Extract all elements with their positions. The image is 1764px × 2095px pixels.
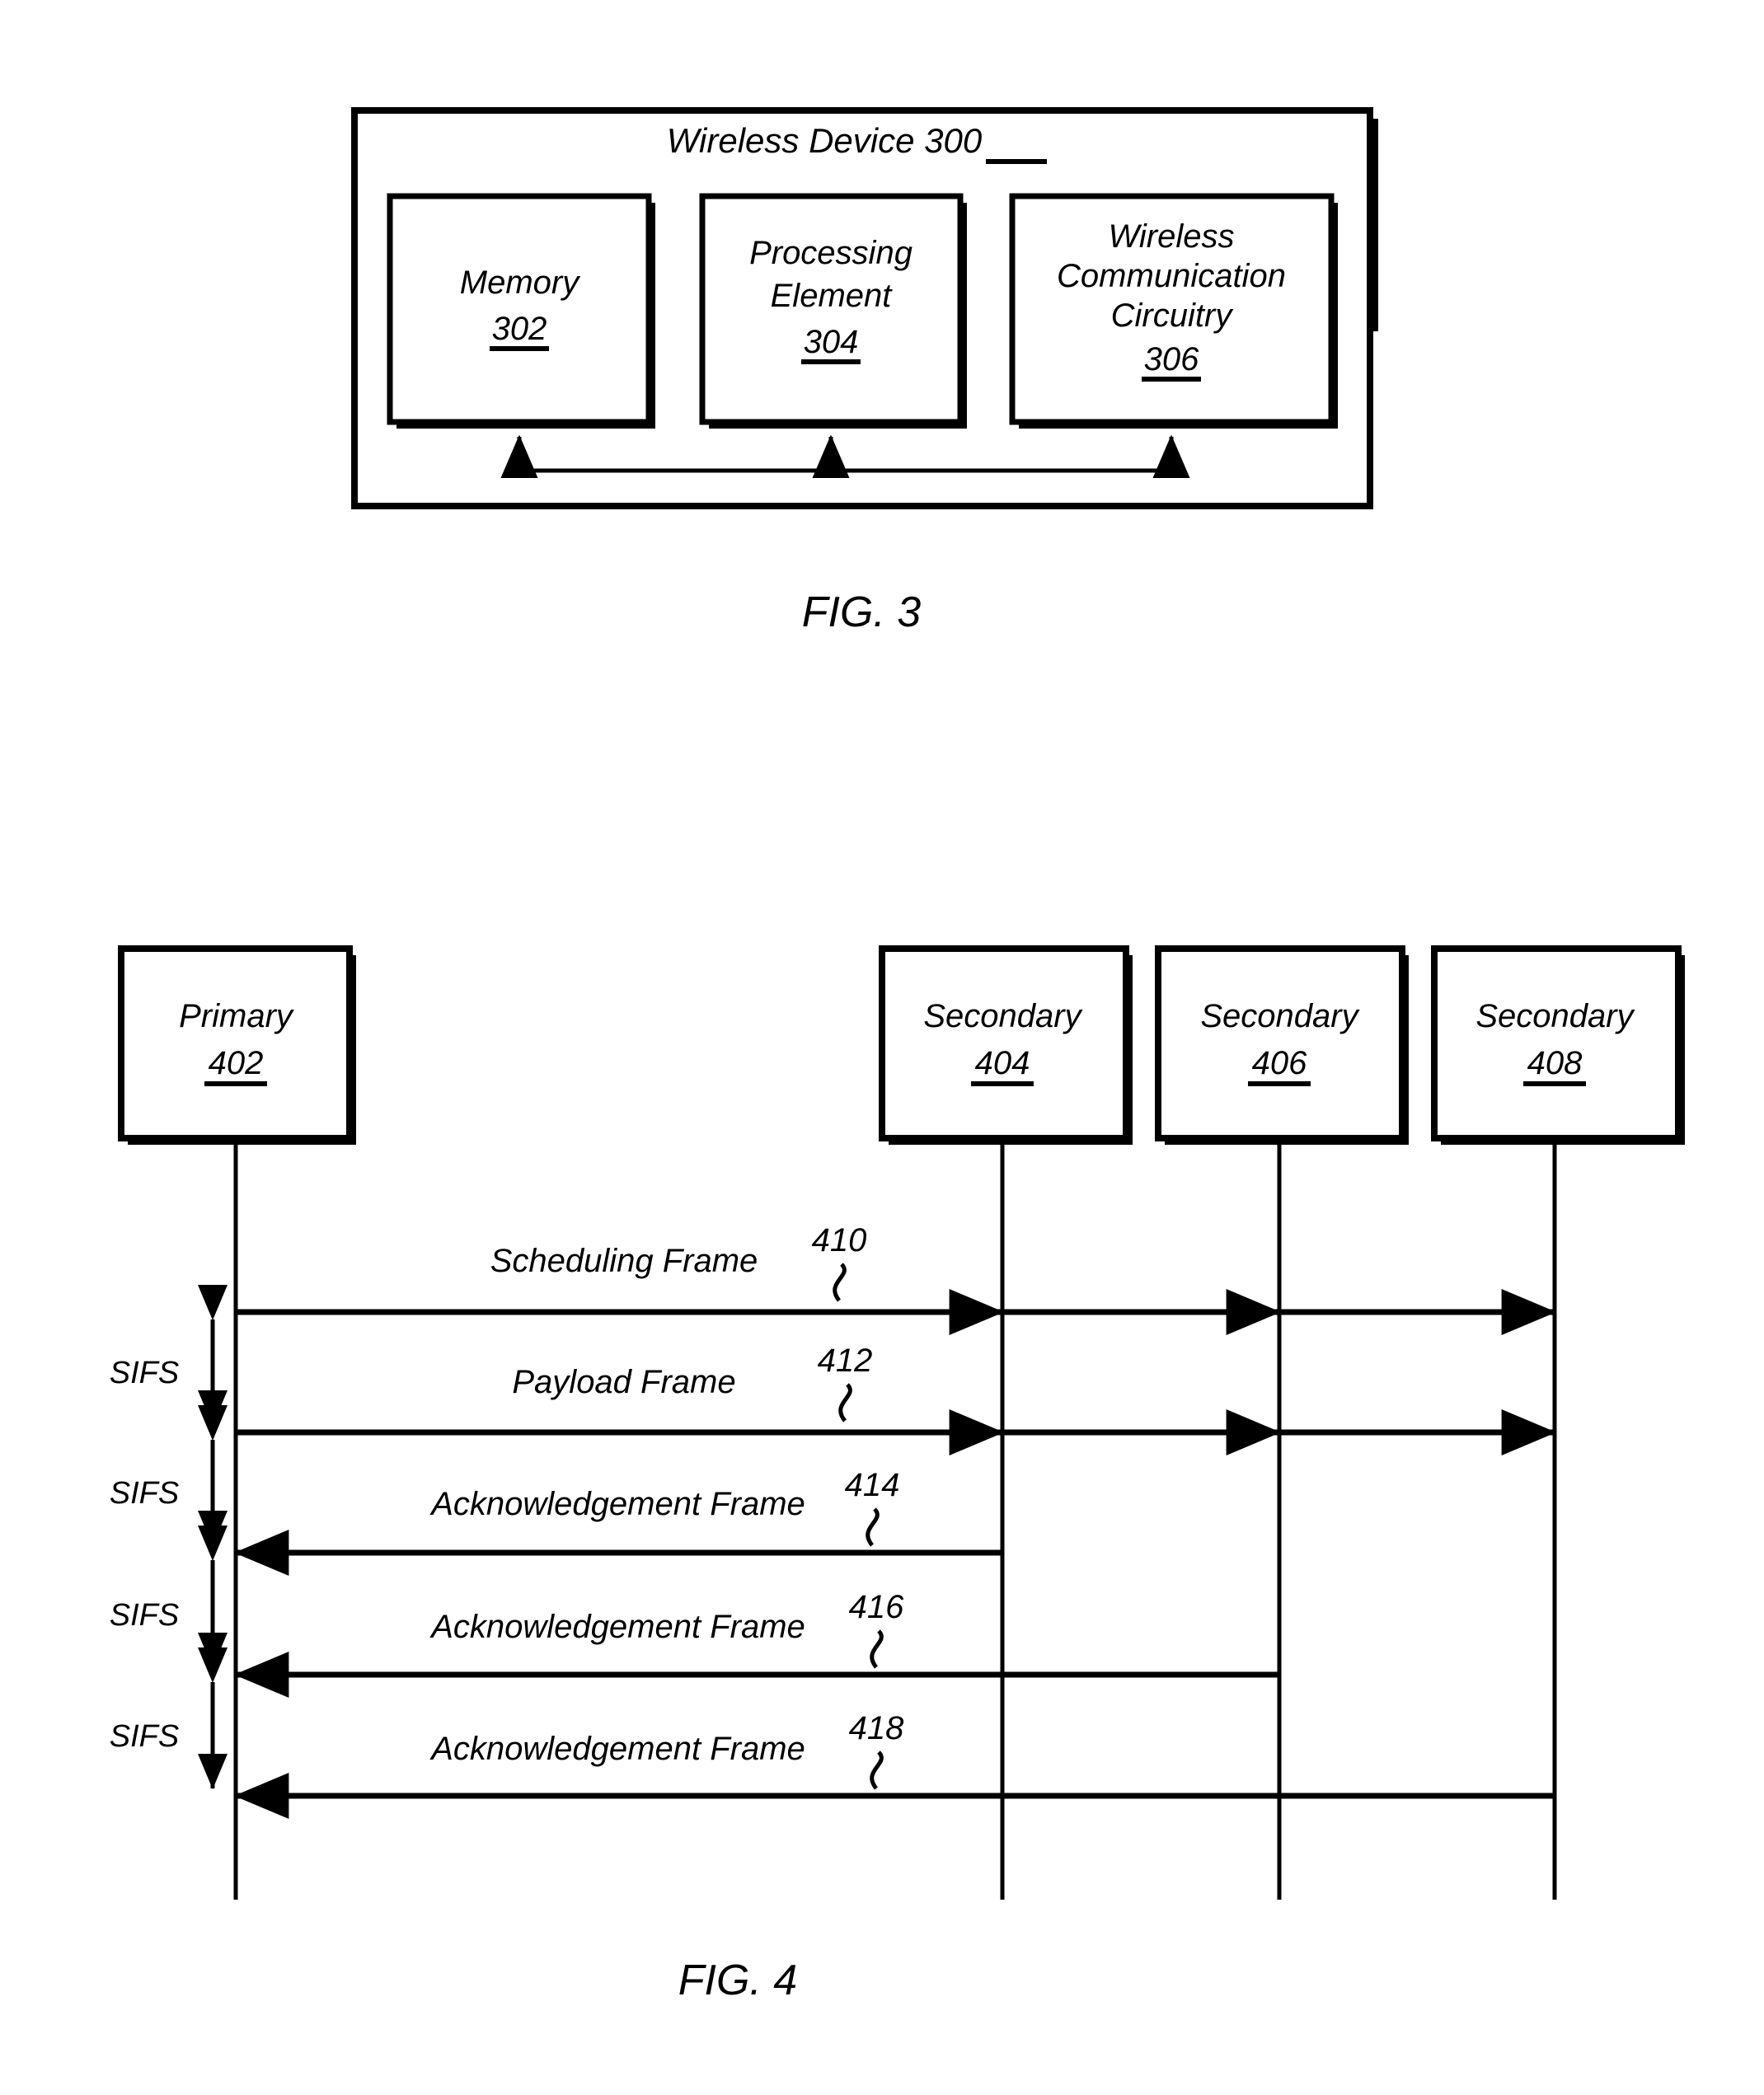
- message-412-leader: [838, 1383, 852, 1422]
- message-412-label: Payload Frame: [512, 1364, 735, 1400]
- wireless-comm-ref: 306: [1144, 341, 1199, 377]
- memory-label: Memory: [460, 265, 581, 301]
- secondary-408-box: [1431, 945, 1682, 1141]
- message-416-label: Acknowledgement Frame: [429, 1609, 805, 1645]
- primary-node-box: [118, 945, 353, 1141]
- message-414: Acknowledgement Frame 414: [233, 1467, 1002, 1576]
- message-416: Acknowledgement Frame 416: [233, 1589, 1279, 1698]
- wireless-comm-label-line3: Circuitry: [1111, 298, 1235, 334]
- secondary-406-ref: 406: [1252, 1045, 1307, 1081]
- figure-3-caption: FIG. 3: [802, 588, 922, 636]
- secondary-406-label: Secondary: [1200, 998, 1360, 1034]
- figure-4: Primary 402 Secondary 404 Secondary 406 …: [110, 945, 1685, 2004]
- processing-element-ref: 304: [804, 324, 859, 360]
- sifs-3-label: SIFS: [110, 1598, 179, 1633]
- sifs-interval-1: SIFS: [110, 1285, 228, 1427]
- processing-element-label-line1: Processing: [749, 235, 912, 271]
- secondary-404-label: Secondary: [923, 998, 1083, 1034]
- message-418-ref: 418: [849, 1710, 904, 1746]
- secondary-404-box: [879, 945, 1129, 1141]
- sifs-interval-3: SIFS: [110, 1526, 228, 1669]
- memory-box: [387, 193, 652, 425]
- processing-element-label-line2: Element: [771, 278, 894, 314]
- secondary-408-label: Secondary: [1475, 998, 1635, 1034]
- wireless-comm-label-line1: Wireless: [1109, 218, 1235, 255]
- primary-node-ref: 402: [209, 1045, 264, 1081]
- message-410-ref: 410: [812, 1222, 867, 1258]
- message-418-label: Acknowledgement Frame: [429, 1731, 805, 1767]
- message-418-leader: [870, 1751, 884, 1790]
- message-414-ref: 414: [845, 1467, 900, 1503]
- wireless-comm-label-line2: Communication: [1057, 258, 1286, 294]
- message-418: Acknowledgement Frame 418: [233, 1710, 1555, 1819]
- message-412: Payload Frame 412: [236, 1343, 1557, 1455]
- message-416-leader: [870, 1629, 884, 1669]
- figures-canvas: Wireless Device 300 Memory 302 Processin…: [110, 107, 1685, 2004]
- primary-node-label: Primary: [179, 998, 295, 1034]
- message-416-ref: 416: [849, 1589, 904, 1625]
- figure-3: Wireless Device 300 Memory 302 Processin…: [351, 107, 1378, 636]
- message-412-ref: 412: [818, 1343, 873, 1379]
- figure-4-caption: FIG. 4: [678, 1957, 797, 2004]
- patent-figure-page: Wireless Device 300 Memory 302 Processin…: [0, 0, 1764, 2095]
- wireless-device-ref: 300: [924, 121, 983, 160]
- sifs-2-label: SIFS: [110, 1476, 179, 1511]
- message-414-leader: [866, 1507, 880, 1547]
- sifs-4-label: SIFS: [110, 1719, 179, 1754]
- wireless-device-title: Wireless Device 300: [667, 121, 983, 160]
- memory-ref: 302: [492, 311, 547, 347]
- message-410-leader: [833, 1263, 847, 1302]
- message-414-label: Acknowledgement Frame: [429, 1486, 805, 1522]
- sifs-1-label: SIFS: [110, 1356, 179, 1390]
- sifs-interval-4: SIFS: [110, 1647, 228, 1790]
- message-410-label: Scheduling Frame: [490, 1243, 758, 1279]
- sifs-interval-2: SIFS: [110, 1405, 228, 1547]
- secondary-406-box: [1155, 945, 1405, 1141]
- message-410: Scheduling Frame 410: [236, 1222, 1557, 1335]
- secondary-404-ref: 404: [975, 1045, 1030, 1081]
- secondary-408-ref: 408: [1527, 1045, 1583, 1081]
